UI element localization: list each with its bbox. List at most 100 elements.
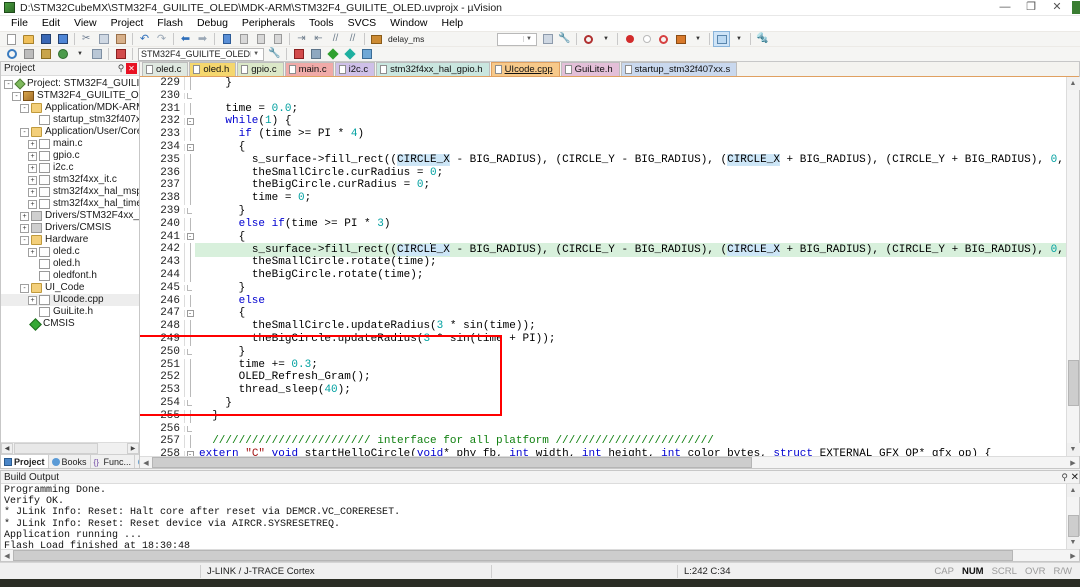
navigate-forward-icon[interactable]: ➡ (195, 32, 210, 46)
save-icon[interactable] (38, 32, 53, 46)
fold-toggle-icon[interactable]: - (184, 310, 195, 317)
menu-item-svcs[interactable]: SVCS (341, 16, 384, 31)
code-line[interactable]: 252 OLED_Refresh_Gram(); (140, 371, 1066, 384)
expand-toggle-icon[interactable]: + (28, 248, 37, 257)
indent-icon[interactable]: ⇥ (294, 32, 309, 46)
editor-tab-i2c-c[interactable]: i2c.c (335, 62, 376, 76)
code-line[interactable]: 234- { (140, 141, 1066, 154)
code-line[interactable]: 256 (140, 423, 1066, 436)
download-icon[interactable] (113, 47, 128, 61)
code-line[interactable]: 249 theBigCircle.updateRadius(3 * sin(ti… (140, 333, 1066, 346)
select-software-packs-icon[interactable] (308, 47, 323, 61)
target-select[interactable]: STM32F4_GUILITE_OLED ▼ (138, 48, 264, 61)
editor-tab-uicode-cpp[interactable]: UIcode.cpp (491, 62, 560, 76)
close-button[interactable]: ✕ (1044, 0, 1070, 15)
build-hscrollbar[interactable]: ◀ ▶ (1, 549, 1079, 561)
collapse-toggle-icon[interactable]: - (20, 236, 29, 245)
close-icon[interactable]: ✕ (1071, 472, 1079, 483)
tree-item[interactable]: +Drivers/STM32F4xx_HAL_Dri (1, 210, 139, 222)
collapse-toggle-icon[interactable]: - (20, 284, 29, 293)
tree-item[interactable]: +oled.c (1, 246, 139, 258)
code-line[interactable]: 230 (140, 90, 1066, 103)
hscroll-thumb[interactable] (152, 457, 752, 468)
menu-item-view[interactable]: View (67, 16, 104, 31)
editor-vscrollbar[interactable]: ▲ ▼ (1066, 77, 1079, 456)
close-icon[interactable]: ✕ (126, 63, 137, 74)
code-line[interactable]: 237 theBigCircle.curRadius = 0; (140, 179, 1066, 192)
code-line[interactable]: 242 s_surface->fill_rect((CIRCLE_X - BIG… (140, 243, 1066, 256)
scroll-down-arrow-icon[interactable]: ▼ (1067, 536, 1080, 549)
manage-project-items-icon[interactable] (342, 47, 357, 61)
find-combo-dropdown[interactable]: ▼ (497, 33, 537, 46)
disable-breakpoint-icon[interactable] (656, 32, 671, 46)
menu-item-debug[interactable]: Debug (190, 16, 235, 31)
configuration-wizard-icon[interactable]: 🔩 (755, 32, 770, 46)
code-line[interactable]: 251 time += 0.3; (140, 359, 1066, 372)
editor-tab-oled-h[interactable]: oled.h (189, 62, 236, 76)
cut-icon[interactable]: ✂ (79, 32, 94, 46)
tree-item[interactable]: oledfont.h (1, 270, 139, 282)
minimize-button[interactable]: — (992, 0, 1018, 15)
scroll-up-arrow-icon[interactable]: ▲ (1067, 77, 1080, 90)
cmsis-config-icon[interactable] (359, 47, 374, 61)
scroll-left-arrow-icon[interactable]: ◀ (1, 443, 13, 454)
clear-bookmarks-icon[interactable] (270, 32, 285, 46)
hscroll-track[interactable] (152, 457, 1067, 468)
bookmark-tool-icon[interactable] (581, 32, 596, 46)
menu-item-flash[interactable]: Flash (150, 16, 190, 31)
uncomment-icon[interactable]: // (345, 32, 360, 46)
insert-breakpoint-icon[interactable] (622, 32, 637, 46)
expand-toggle-icon[interactable]: + (28, 188, 37, 197)
code-line[interactable]: 231 time = 0.0; (140, 103, 1066, 116)
code-line[interactable]: 257 //////////////////////// interface f… (140, 435, 1066, 448)
vscroll-thumb[interactable] (1068, 360, 1079, 406)
build-output-text[interactable]: Programming Done.Verify OK.* JLink Info:… (1, 484, 1066, 549)
find-in-files-icon[interactable]: 🔧 (557, 32, 572, 46)
scroll-left-arrow-icon[interactable]: ◀ (1, 550, 13, 561)
tree-item[interactable]: CMSIS (1, 318, 139, 330)
editor-tab-main-c[interactable]: main.c (285, 62, 334, 76)
paste-icon[interactable] (113, 32, 128, 46)
editor-tab-guilite-h[interactable]: GuiLite.h (561, 62, 620, 76)
tree-item[interactable]: +main.c (1, 138, 139, 150)
build-vscrollbar[interactable]: ▲ ▼ (1066, 484, 1079, 549)
copy-icon[interactable] (96, 32, 111, 46)
code-line[interactable]: 232- while(1) { (140, 115, 1066, 128)
menu-item-file[interactable]: File (4, 16, 35, 31)
prev-bookmark-icon[interactable] (253, 32, 268, 46)
kill-breakpoint-icon[interactable] (639, 32, 654, 46)
tree-item[interactable]: -Application/MDK-ARM (1, 102, 139, 114)
expand-toggle-icon[interactable]: + (28, 200, 37, 209)
collapse-toggle-icon[interactable]: - (20, 128, 29, 137)
fold-toggle-icon[interactable]: - (184, 118, 195, 125)
navigate-back-icon[interactable]: ⬅ (178, 32, 193, 46)
scroll-down-arrow-icon[interactable]: ▼ (1067, 443, 1080, 456)
tree-item[interactable]: -Project: STM32F4_GUILITE_OLED (1, 78, 139, 90)
code-line[interactable]: 235 s_surface->fill_rect((CIRCLE_X - BIG… (140, 154, 1066, 167)
code-line[interactable]: 229 } (140, 77, 1066, 90)
tree-item[interactable]: +Drivers/CMSIS (1, 222, 139, 234)
code-line[interactable]: 240 else if(time >= PI * 3) (140, 218, 1066, 231)
expand-toggle-icon[interactable]: + (20, 224, 29, 233)
pin-icon[interactable]: ⚲ (1059, 472, 1071, 483)
fold-toggle-icon[interactable]: - (184, 451, 195, 456)
project-tab-project[interactable]: Project (1, 455, 49, 468)
tree-item[interactable]: GuiLite.h (1, 306, 139, 318)
disable-all-breakpoints-icon[interactable] (673, 32, 688, 46)
editor-hscrollbar[interactable]: ◀ ▶ (140, 456, 1079, 468)
code-area[interactable]: 229 }230231 time = 0.0;232- while(1) { 23… (140, 77, 1066, 456)
batch-build-icon[interactable] (55, 47, 70, 61)
editor-tab-stm32f4xx_hal_gpio-h[interactable]: stm32f4xx_hal_gpio.h (376, 62, 489, 76)
code-line[interactable]: 241- { (140, 231, 1066, 244)
chevron-down-icon[interactable]: ▼ (523, 36, 534, 42)
tree-item[interactable]: +UIcode.cpp (1, 294, 139, 306)
code-line[interactable]: 258-extern "C" void startHelloCircle(voi… (140, 448, 1066, 456)
build-vscroll-track[interactable] (1067, 497, 1080, 536)
expand-toggle-icon[interactable]: + (28, 296, 37, 305)
tree-item[interactable]: -Hardware (1, 234, 139, 246)
code-line[interactable]: 246 else (140, 295, 1066, 308)
chevron-down-icon[interactable]: ▼ (690, 32, 705, 46)
menu-item-window[interactable]: Window (383, 16, 434, 31)
outdent-icon[interactable]: ⇤ (311, 32, 326, 46)
target-options-icon[interactable]: 🔧 (267, 47, 282, 61)
